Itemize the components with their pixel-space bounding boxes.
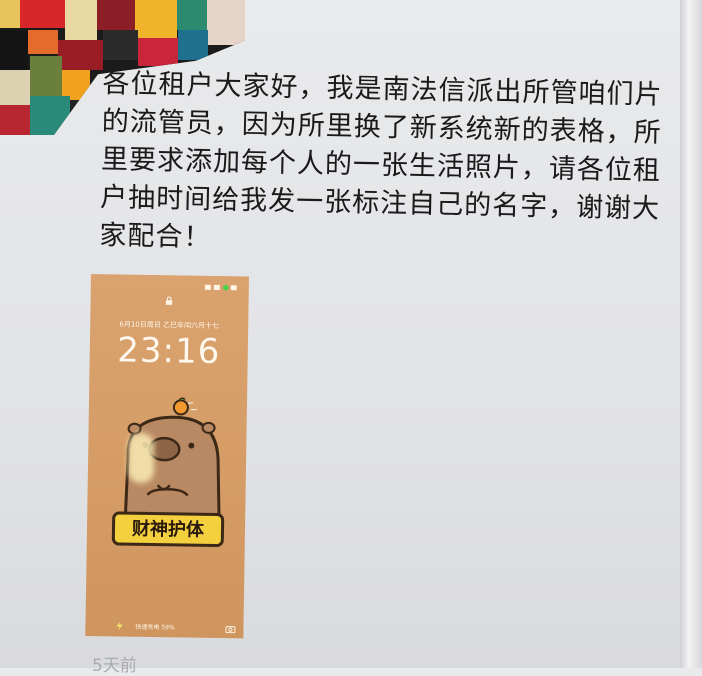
screen-edge — [680, 0, 702, 668]
lightning-icon — [116, 621, 123, 631]
post-timestamp: 5天前 — [92, 656, 137, 676]
sticker-label: 财神护体 — [111, 511, 225, 548]
privacy-blur — [128, 433, 154, 483]
status-icons-svg — [204, 284, 237, 291]
battery-status: 快速充电 59% — [135, 623, 175, 632]
camera-icon[interactable] — [225, 625, 236, 634]
post-message: 各位租户大家好，我是南法信派出所管咱们片的流管员，因为所里换了新系统新的表格，所… — [99, 67, 663, 254]
lockscreen-image[interactable]: 6月10日周日 乙巳年闰六月十七 23:16 财神护体 快速充电 59% — [85, 274, 249, 639]
lock-icon — [165, 296, 173, 305]
lock-time: 23:16 — [116, 330, 221, 373]
status-bar-icons — [204, 284, 237, 294]
